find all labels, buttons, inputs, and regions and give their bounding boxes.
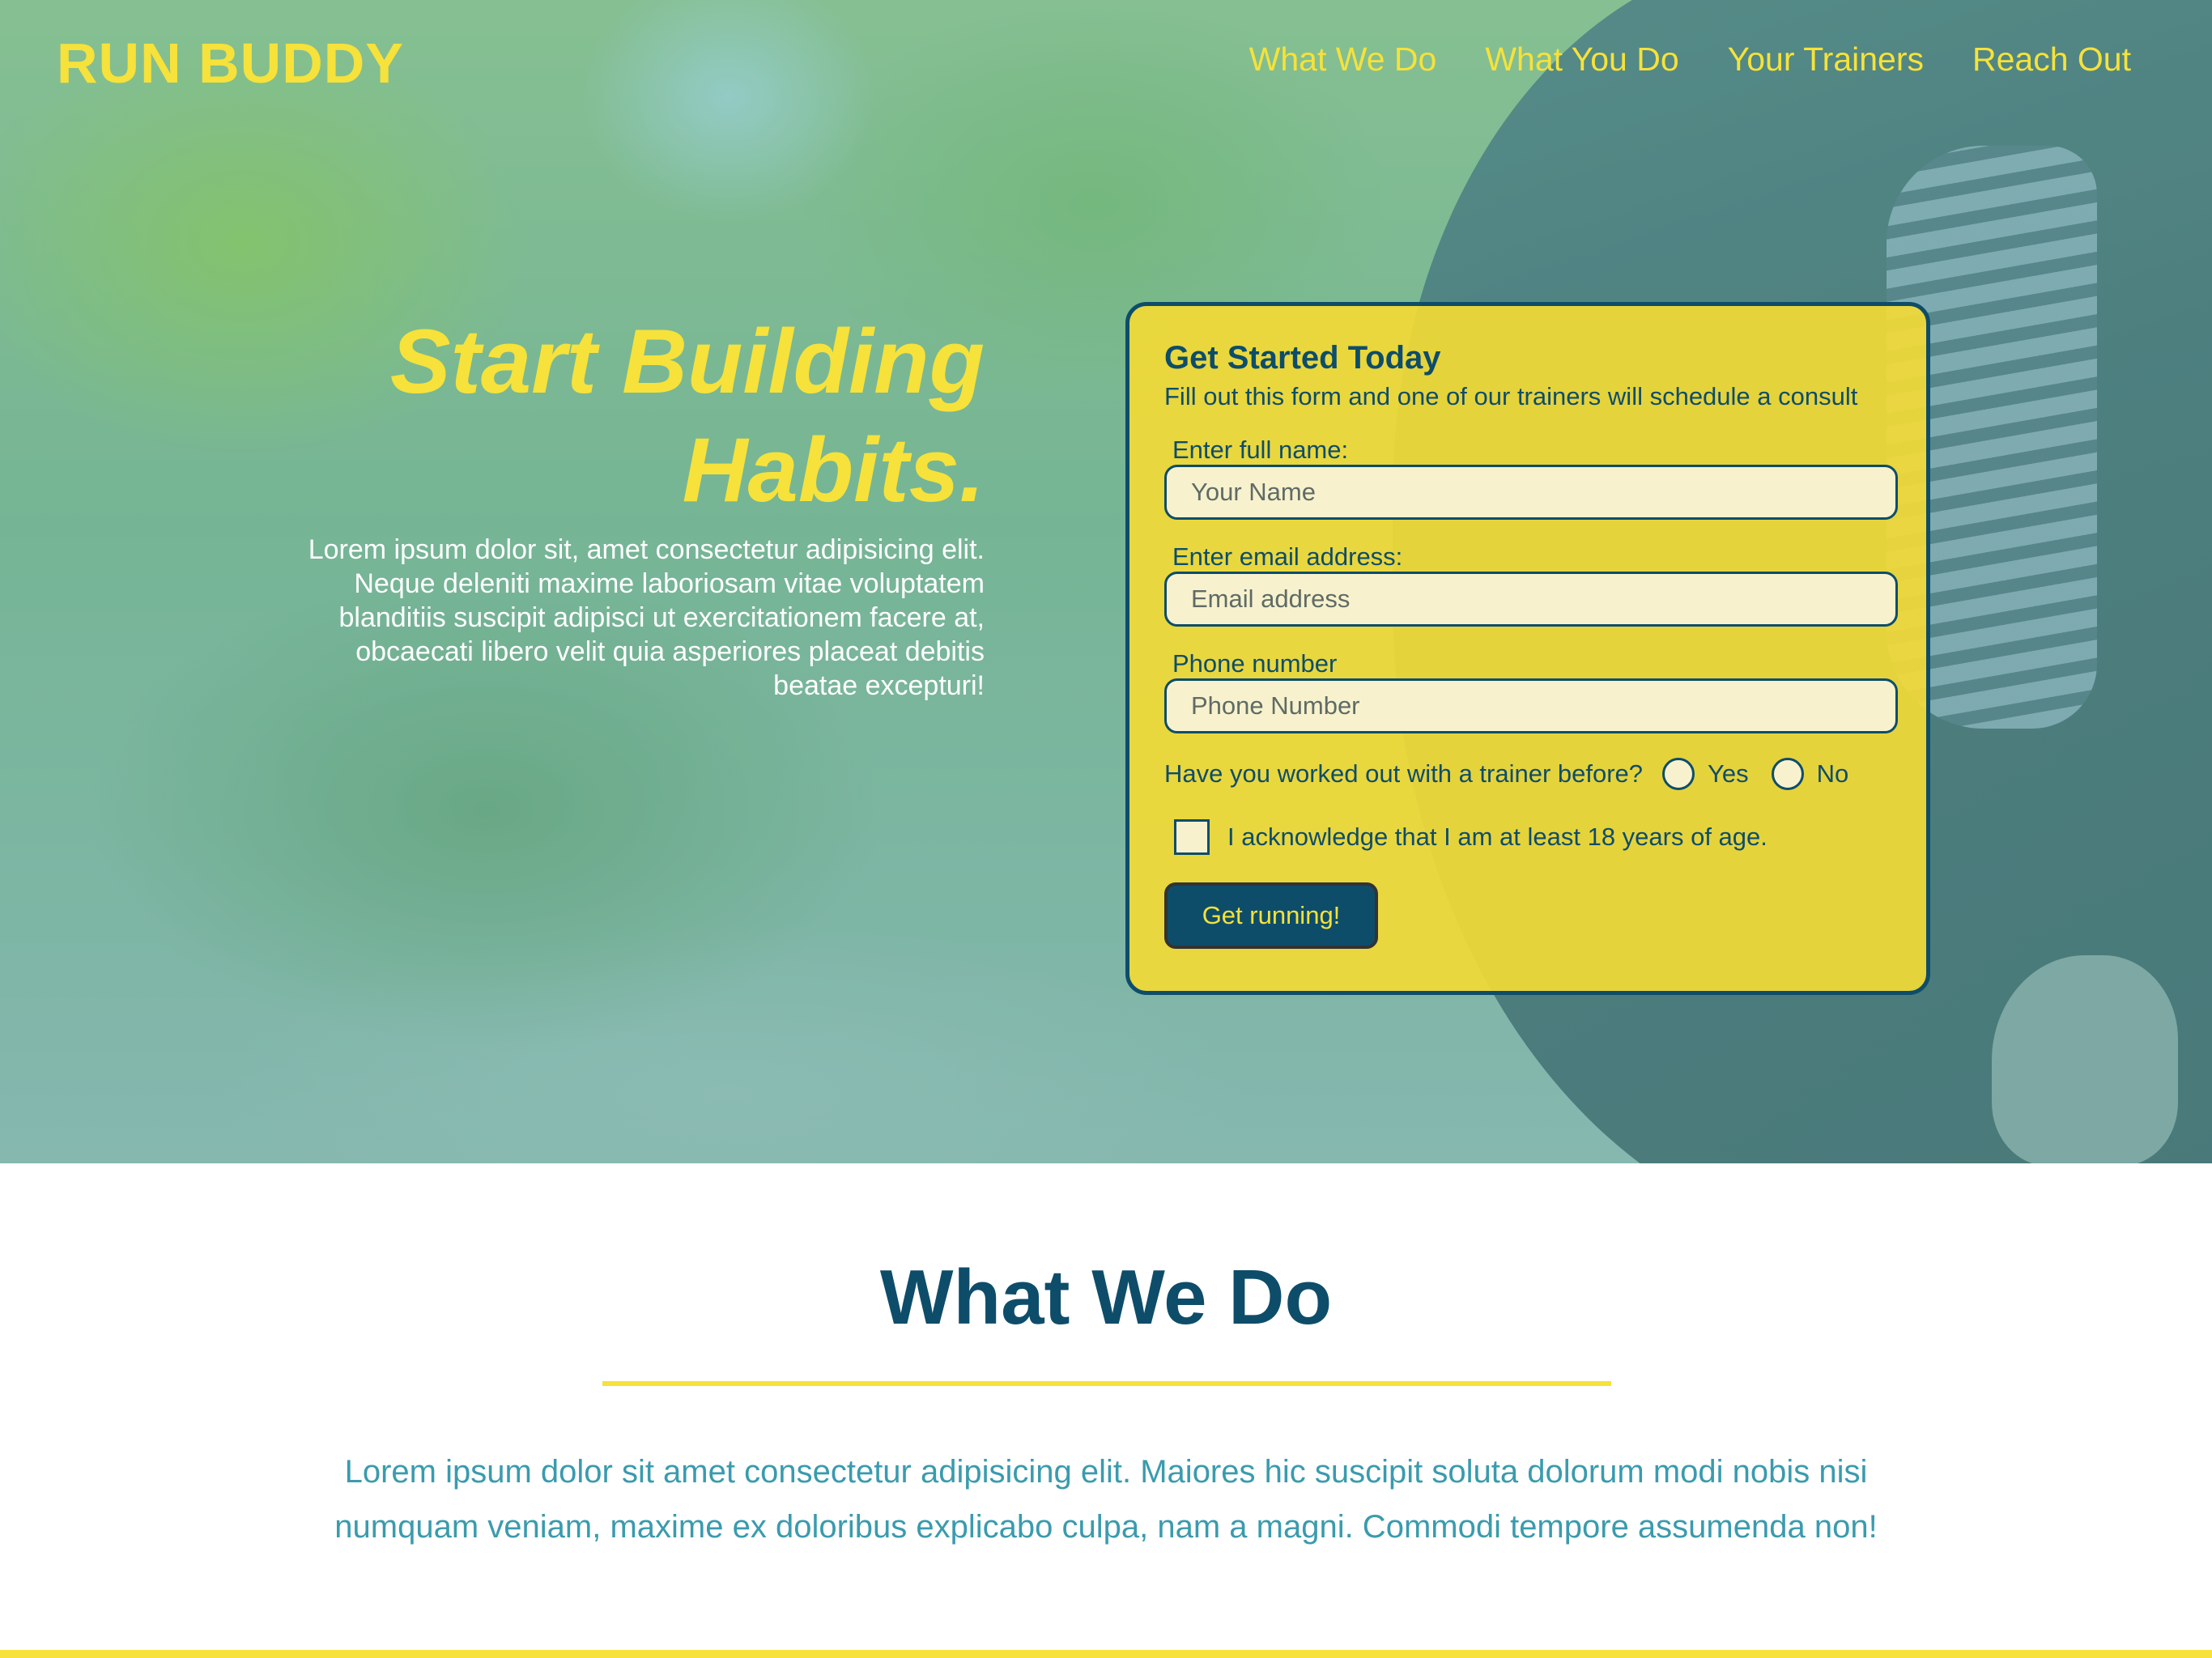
age-acknowledge-checkbox[interactable]	[1174, 819, 1210, 855]
signup-form: Get Started Today Fill out this form and…	[1125, 302, 1930, 995]
trainer-question-row: Have you worked out with a trainer befor…	[1164, 758, 1891, 790]
hero-body-text: Lorem ipsum dolor sit, amet consectetur …	[308, 534, 985, 701]
nav-your-trainers[interactable]: Your Trainers	[1728, 40, 1924, 79]
hero-title-line2: Habits.	[682, 419, 985, 521]
hero-text-block: Start Building Habits. Lorem ipsum dolor…	[267, 308, 985, 703]
what-we-do-title: What We Do	[879, 1254, 1333, 1341]
get-running-button[interactable]: Get running!	[1164, 882, 1378, 949]
phone-label: Phone number	[1172, 649, 1338, 678]
email-label: Enter email address:	[1172, 542, 1403, 571]
trainer-no-label: No	[1816, 759, 1849, 788]
bottom-divider	[0, 1650, 2212, 1658]
hero-section: RUN BUDDY What We Do What You Do Your Tr…	[0, 0, 2212, 1163]
email-input[interactable]	[1164, 572, 1898, 627]
phone-input[interactable]	[1164, 678, 1898, 733]
hero-title-line1: Start Building	[389, 311, 985, 412]
nav-reach-out[interactable]: Reach Out	[1972, 40, 2131, 79]
main-nav: What We Do What You Do Your Trainers Rea…	[1249, 40, 2131, 79]
nav-what-you-do[interactable]: What You Do	[1485, 40, 1678, 79]
what-we-do-body: Lorem ipsum dolor sit amet consectetur a…	[334, 1454, 1878, 1545]
form-subtitle: Fill out this form and one of our traine…	[1164, 382, 1858, 410]
form-title: Get Started Today	[1164, 340, 1441, 376]
age-acknowledge-label: I acknowledge that I am at least 18 year…	[1227, 823, 1767, 851]
site-logo[interactable]: RUN BUDDY	[57, 31, 404, 96]
trainer-no-radio[interactable]	[1771, 758, 1804, 790]
trainer-yes-label: Yes	[1708, 759, 1749, 788]
name-label: Enter full name:	[1172, 436, 1349, 464]
trainer-question: Have you worked out with a trainer befor…	[1164, 759, 1644, 788]
nav-what-we-do[interactable]: What We Do	[1249, 40, 1437, 79]
hero-title: Start Building Habits.	[267, 308, 985, 525]
age-acknowledge-row: I acknowledge that I am at least 18 year…	[1164, 819, 1891, 855]
section-divider	[602, 1381, 1611, 1386]
name-input[interactable]	[1164, 465, 1898, 520]
trainer-yes-radio[interactable]	[1662, 758, 1695, 790]
